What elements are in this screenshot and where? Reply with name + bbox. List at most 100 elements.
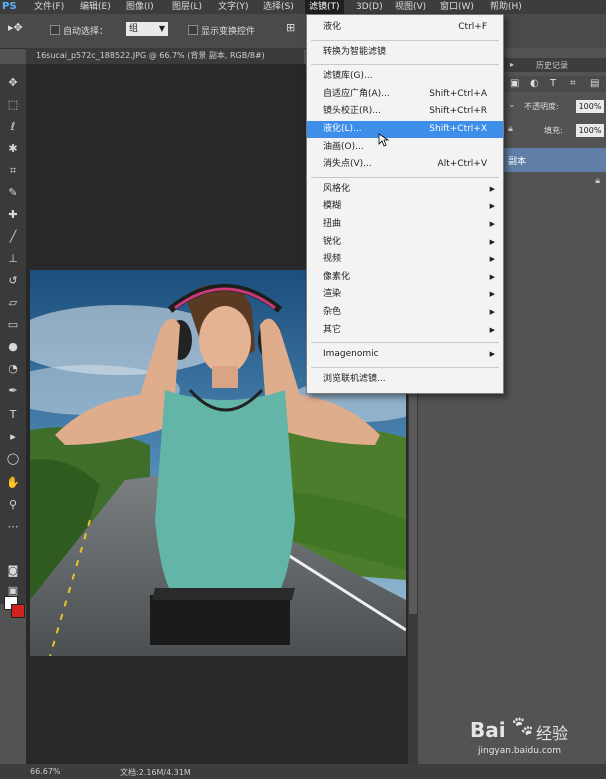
more-tools-icon[interactable]: ⋯ [6,520,20,533]
zoom-level[interactable]: 66.67% [30,767,61,776]
menu-edit[interactable]: 编辑(E) [80,0,111,14]
baidu-watermark: Bai 🐾︎ 经验 jingyan.baidu.com [470,714,600,764]
eyedropper-tool-icon[interactable]: ✎ [6,186,20,199]
document-tab[interactable]: 16sucai_p572c_188522.JPG @ 66.7% (背景 副本,… [36,50,265,61]
menu-item-label: 视频 [323,254,342,265]
menu-separator [311,366,499,368]
filter-menu-item[interactable]: 浏览联机滤镜... [307,371,503,388]
transform-icon[interactable]: ⌗ [570,78,576,89]
menu-item-label: 渲染 [323,289,342,300]
magic-wand-tool-icon[interactable]: ✱ [6,142,20,155]
filter-menu-item[interactable]: 像素化 ▶ [307,269,503,286]
screen-mode-icon[interactable]: ▣ [6,584,20,597]
menu-layer[interactable]: 图层(L) [172,0,202,14]
background-color-swatch[interactable] [11,604,25,618]
brush-tool-icon[interactable]: ╱ [6,230,20,243]
menu-type[interactable]: 文字(Y) [218,0,249,14]
path-selection-icon[interactable]: ▸ [6,430,20,443]
gradient-tool-icon[interactable]: ▭ [6,318,20,331]
filter-menu-item[interactable]: 视频 ▶ [307,251,503,268]
menu-item-label: 滤镜库(G)... [323,71,373,82]
align-icon[interactable]: ⊞ [286,21,295,34]
filter-menu-item[interactable]: 液化 Ctrl+F [307,19,503,36]
document-tab-strip: 16sucai_p572c_188522.JPG @ 66.7% (背景 副本,… [26,48,304,64]
filter-menu-item[interactable]: 油画(O)... [307,139,503,156]
crop-tool-icon[interactable]: ⌗ [6,164,20,177]
zoom-tool-icon[interactable]: ⚲ [6,498,20,511]
lasso-tool-icon[interactable]: ℓ [6,120,20,133]
quick-mask-icon[interactable]: ◙ [6,564,20,577]
fill-input[interactable]: 100% [576,124,604,137]
eraser-tool-icon[interactable]: ▱ [6,296,20,309]
filter-menu-item[interactable]: 锐化 ▶ [307,234,503,251]
menu-select[interactable]: 选择(S) [263,0,294,14]
healing-brush-icon[interactable]: ✚ [6,208,20,221]
menu-window[interactable]: 窗口(W) [440,0,474,14]
submenu-arrow-icon: ▶ [489,255,495,264]
layer-name: 副本 [508,157,527,167]
filter-menu-item[interactable]: 滤镜库(G)... [307,68,503,85]
filter-menu-item[interactable]: Imagenomic ▶ [307,346,503,363]
menu-item-label: 消失点(V)... [323,159,372,170]
move-tool-icon[interactable]: ✥ [6,76,20,89]
layer-row[interactable]: 🔒︎ [504,172,606,196]
hand-tool-icon[interactable]: ✋ [6,476,20,489]
layer-row-selected[interactable]: 副本 [504,148,606,172]
pen-tool-icon[interactable]: ✒ [6,384,20,397]
opacity-input[interactable]: 100% [576,100,604,113]
menu-help[interactable]: 帮助(H) [490,0,522,14]
menu-view[interactable]: 视图(V) [395,0,426,14]
dodge-tool-icon[interactable]: ◔ [6,362,20,375]
menu-file[interactable]: 文件(F) [34,0,64,14]
menu-image[interactable]: 图像(I) [126,0,154,14]
menu-item-label: 像素化 [323,271,351,282]
type-icon[interactable]: T [550,78,556,89]
menu-3d[interactable]: 3D(D) [356,0,383,14]
stamp-tool-icon[interactable]: ⊥ [6,252,20,265]
menu-filter[interactable]: 滤镜(T) [305,0,344,14]
layer-icon[interactable]: ▤ [590,78,599,89]
circle-half-icon[interactable]: ◐ [530,78,539,89]
opacity-label: 不透明度: [524,102,559,111]
filter-menu-item[interactable]: 镜头校正(R)... Shift+Ctrl+R [307,103,503,120]
menu-separator [311,39,499,41]
filter-menu-item[interactable]: 杂色 ▶ [307,304,503,321]
menu-separator [311,64,499,66]
submenu-arrow-icon: ▶ [489,272,495,281]
filter-menu-item[interactable]: 液化(L)... Shift+Ctrl+X [307,121,503,138]
adjustment-icons: ▣ ◐ T ⌗ ▤ [504,76,606,92]
filter-menu-item[interactable]: 转换为智能滤镜 [307,44,503,61]
menu-separator [311,342,499,344]
history-brush-icon[interactable]: ↺ [6,274,20,287]
mouse-cursor-icon [378,133,390,147]
tab-history[interactable]: 历史记录 [536,60,568,71]
marquee-tool-icon[interactable]: ⬚ [6,98,20,111]
filter-menu-item[interactable]: 风格化 ▶ [307,181,503,198]
submenu-arrow-icon: ▶ [489,184,495,193]
filter-menu-item[interactable]: 自适应广角(A)... Shift+Ctrl+A [307,86,503,103]
menu-item-label: 镜头校正(R)... [323,106,381,117]
auto-select-label: 自动选择： [63,27,109,37]
dropdown-arrow-icon[interactable]: ⌄ [508,100,516,110]
type-tool-icon[interactable]: T [6,408,20,421]
lock-icon[interactable]: 🔒︎ [508,124,513,134]
filter-menu-item[interactable]: 其它 ▶ [307,322,503,339]
watermark-brand-cn: 经验 [536,724,569,743]
blur-tool-icon[interactable]: ● [6,340,20,353]
menu-item-label: 其它 [323,324,342,335]
menu-item-shortcut: Shift+Ctrl+X [429,124,487,134]
filter-menu-item[interactable]: 渲染 ▶ [307,286,503,303]
filter-menu-item[interactable]: 消失点(V)... Alt+Ctrl+V [307,156,503,173]
watermark-brand: Bai [470,718,506,742]
filter-menu-item[interactable]: 扭曲 ▶ [307,216,503,233]
filter-menu-item[interactable]: 模糊 ▶ [307,198,503,215]
show-transform-checkbox[interactable]: 显示变换控件 [188,24,255,37]
shape-tool-icon[interactable]: ◯ [6,452,20,465]
move-tool-icon[interactable]: ▸✥ [8,21,23,34]
auto-select-checkbox[interactable]: 自动选择： [50,24,108,37]
show-transform-label: 显示变换控件 [201,27,256,37]
auto-select-dropdown[interactable]: 组 ▼ [126,22,168,36]
tab-actions[interactable]: ▸ [510,60,514,69]
paw-icon: 🐾︎ [510,714,536,738]
image-icon[interactable]: ▣ [510,78,519,89]
